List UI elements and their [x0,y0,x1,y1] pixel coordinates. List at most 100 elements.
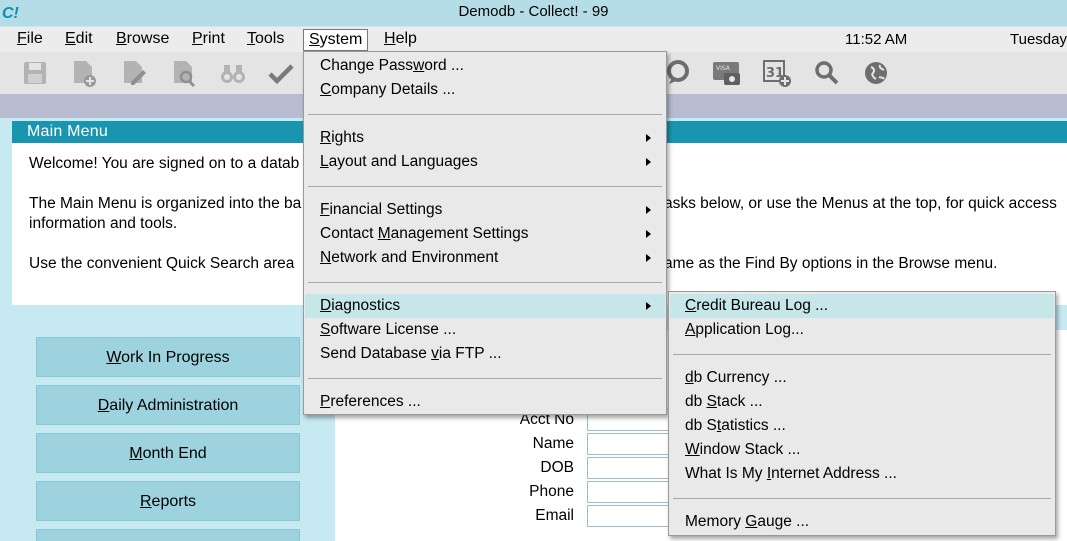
application-log-item[interactable]: Application Log... [670,318,1054,342]
financial-settings-item[interactable]: Financial Settings [305,198,665,222]
menu-browse[interactable]: Browse [111,29,174,51]
winstack-mnemonic: W [685,441,700,458]
rights-item[interactable]: Rights [305,126,665,150]
reports-button[interactable]: Reports [36,481,300,521]
edit-document-icon[interactable] [118,58,148,88]
menu-tools[interactable]: Tools [242,29,289,51]
credit-label: redit Bureau Log ... [696,297,829,314]
submenu-arrow-icon [646,230,651,238]
diagnostics-submenu: Credit Bureau Log ... Application Log...… [668,291,1056,536]
menu-tools-mnemonic: T [247,30,255,47]
work-in-progress-mnemonic: W [106,349,122,366]
daily-administration-mnemonic: D [97,397,110,414]
dob-label: DOB [540,459,574,476]
visa-card-icon[interactable]: VISA [712,58,742,88]
menu-help-mnemonic: H [384,30,396,47]
layout-languages-item[interactable]: Layout and Languages [305,150,665,174]
contact-label-end: anagement Settings [390,225,529,242]
organized-text: The Main Menu is organized into the ba [29,195,302,212]
work-in-progress-label: ork In Progress [121,349,230,366]
currency-mnemonic: d [685,369,694,386]
credit-mnemonic: C [685,297,697,314]
license-mnemonic: S [320,321,331,338]
save-icon[interactable] [20,58,50,88]
daily-administration-button[interactable]: Daily Administration [36,385,300,425]
company-details-item[interactable]: Company Details ... [305,78,665,102]
organized-text-cont: asks below, or use the Menus at the top,… [664,195,1057,212]
db-stack-item[interactable]: db Stack ... [670,390,1054,414]
app-logo: C! [2,5,19,22]
change-password-item[interactable]: Change Password ... [305,54,665,78]
menu-separator [308,378,662,379]
menu-print[interactable]: Print [187,29,230,51]
window-stack-item[interactable]: Window Stack ... [670,438,1054,462]
binoculars-icon[interactable] [218,58,248,88]
menu-edit[interactable]: Edit [60,29,98,51]
memory-label: Memory [685,513,746,530]
name-label: Name [532,435,574,452]
chat-bubble-icon[interactable] [664,58,694,88]
month-end-button[interactable]: Month End [36,433,300,473]
menu-file[interactable]: File [12,29,48,51]
ftp-mnemonic: v [431,345,439,362]
system-menu-dropdown: Change Password ... Company Details ... … [303,51,667,415]
daily-administration-label: aily Administration [109,397,239,414]
credit-bureau-log-item[interactable]: Credit Bureau Log ... [670,294,1054,318]
stack-mnemonic: S [706,393,717,410]
menu-file-label: ile [26,30,43,47]
diagnostics-label: iagnostics [331,297,401,314]
stats-label-end: atistics ... [721,417,786,434]
internet-address-item[interactable]: What Is My Internet Address ... [670,462,1054,486]
contact-management-item[interactable]: Contact Management Settings [305,222,665,246]
preferences-item[interactable]: Preferences ... [305,390,665,414]
change-password-label: Change Pass [320,57,414,74]
welcome-text: Welcome! You are signed on to a datab [29,155,300,172]
contact-mnemonic: M [377,225,391,242]
contact-label: Contact [320,225,378,242]
new-document-icon[interactable] [68,58,98,88]
company-details-mnemonic: C [320,81,332,98]
next-nav-button[interactable] [36,529,300,541]
weekday: Tuesday [1010,31,1067,48]
reports-label: eports [151,493,197,510]
stats-label: db S [685,417,717,434]
clock: 11:52 AM [845,31,908,48]
magnifier-icon[interactable] [812,58,842,88]
search-document-icon[interactable] [168,58,198,88]
diagnostics-item[interactable]: Diagnostics [305,294,665,318]
network-mnemonic: N [320,249,332,266]
organized-text-line2: information and tools. [29,215,178,232]
memory-gauge-item[interactable]: Memory Gauge ... [670,510,1054,534]
submenu-arrow-icon [646,206,651,214]
applog-mnemonic: A [685,321,696,338]
rights-mnemonic: R [320,129,332,146]
ip-label-end: nternet Address ... [771,465,897,482]
window-title: Demodb - Collect! - 99 [458,3,609,20]
software-license-item[interactable]: Software License ... [305,318,665,342]
currency-label: b Currency ... [693,369,787,386]
preferences-mnemonic: P [320,393,331,410]
globe-icon[interactable] [862,58,892,88]
network-environment-item[interactable]: Network and Environment [305,246,665,270]
rights-label: ights [331,129,364,146]
checkmark-icon[interactable] [266,58,296,88]
license-label: oftware License ... [330,321,457,338]
menu-separator [673,498,1051,499]
menu-print-label: rint [202,30,225,47]
menu-tools-label: ools [255,30,285,47]
company-details-label: ompany Details ... [331,81,456,98]
calendar-add-icon[interactable]: 31 [762,58,792,88]
menu-system-mnemonic: S [309,31,320,48]
menu-separator [308,186,662,187]
svg-text:VISA: VISA [716,65,731,72]
menu-system[interactable]: System [303,29,369,51]
menu-help[interactable]: Help [379,29,422,51]
menu-separator [673,354,1051,355]
menu-file-mnemonic: F [17,30,27,47]
send-database-ftp-item[interactable]: Send Database via FTP ... [305,342,665,366]
db-statistics-item[interactable]: db Statistics ... [670,414,1054,438]
db-currency-item[interactable]: db Currency ... [670,366,1054,390]
menu-system-label: ystem [319,31,363,48]
work-in-progress-button[interactable]: Work In Progress [36,337,300,377]
winstack-label: indow Stack ... [699,441,801,458]
